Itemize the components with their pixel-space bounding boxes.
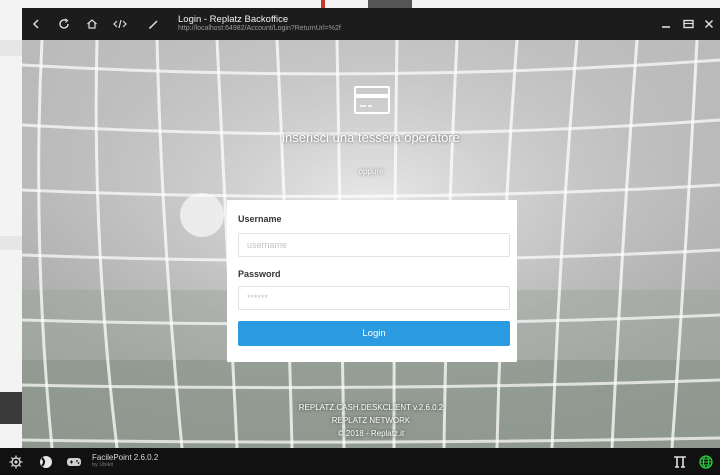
close-icon[interactable]: [696, 8, 720, 40]
page-url: http://localhost:64982/Account/Login?Ret…: [178, 25, 341, 33]
window-title: Login - Replatz Backoffice http://localh…: [178, 13, 341, 33]
network-text: REPLATZ NETWORK: [331, 416, 411, 425]
password-label: Password: [238, 269, 281, 279]
login-button[interactable]: Login: [238, 321, 510, 346]
username-label: Username: [238, 214, 282, 224]
background-bar: [368, 0, 412, 8]
or-separator: oppure: [358, 167, 384, 176]
login-page: inserisci una tessera operatore oppure U…: [22, 40, 720, 448]
title-bar: Login - Replatz Backoffice http://localh…: [22, 8, 720, 40]
operator-card-icon[interactable]: [353, 85, 391, 115]
username-input[interactable]: [238, 233, 510, 257]
app-brand: FacilePoint 2.6.0.2 by Ubikit: [92, 454, 158, 468]
settings-gear-icon[interactable]: [4, 450, 28, 474]
version-text: REPLATZ.CASH.DESKCLIENT v.2.6.0.2: [298, 403, 444, 412]
copyright-text: © 2018 - Replatz.it: [337, 429, 405, 438]
edit-icon[interactable]: [140, 10, 168, 38]
card-prompt: inserisci una tessera operatore: [282, 130, 460, 145]
page-title: Login - Replatz Backoffice: [178, 13, 289, 25]
refresh-icon[interactable]: [50, 10, 78, 38]
taskbar: FacilePoint 2.6.0.2 by Ubikit: [0, 448, 720, 475]
home-icon[interactable]: [78, 10, 106, 38]
app-window: Login - Replatz Backoffice http://localh…: [22, 8, 720, 448]
gamepad-icon[interactable]: [62, 450, 86, 474]
code-icon[interactable]: [106, 10, 134, 38]
back-icon[interactable]: [22, 10, 50, 38]
printer-icon[interactable]: [668, 450, 692, 474]
app-vendor: by Ubikit: [92, 461, 114, 468]
password-input[interactable]: [238, 286, 510, 310]
network-globe-icon[interactable]: [694, 450, 718, 474]
ball-icon[interactable]: [34, 450, 58, 474]
login-form: Username Password Login: [227, 200, 517, 362]
